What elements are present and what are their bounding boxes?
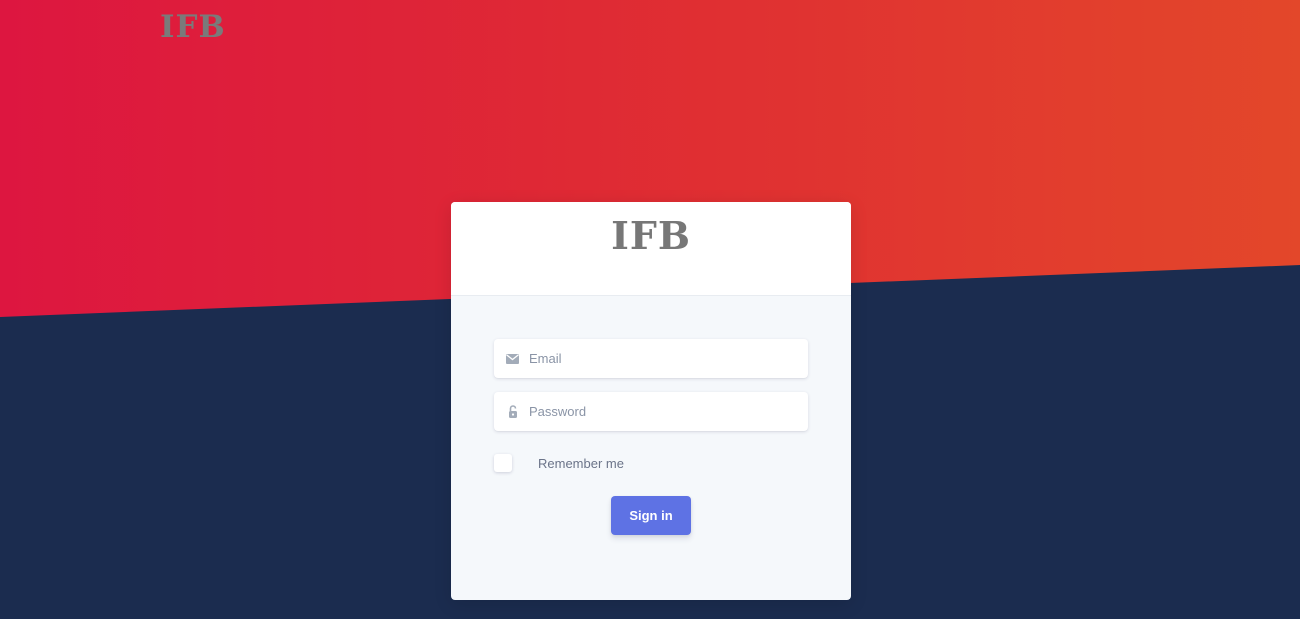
remember-me-checkbox[interactable] — [494, 454, 512, 472]
login-form: Remember me Sign in — [451, 296, 851, 535]
card-header: IFB — [451, 202, 851, 296]
password-input[interactable] — [529, 392, 808, 431]
password-field-group[interactable] — [494, 392, 808, 431]
brand-logo[interactable]: IFB — [160, 12, 226, 43]
remember-me-label[interactable]: Remember me — [538, 456, 624, 471]
login-page: IFB IFB Email Remember me Sign in — [0, 0, 1300, 619]
email-field-group[interactable] — [494, 339, 808, 378]
envelope-icon — [494, 353, 529, 364]
email-input[interactable] — [529, 339, 808, 378]
form-actions: Sign in — [494, 496, 808, 535]
sign-in-button[interactable]: Sign in — [611, 496, 691, 535]
remember-me[interactable]: Remember me — [494, 453, 808, 473]
login-card: IFB Email Remember me Sign in — [451, 202, 851, 600]
card-logo: IFB — [611, 213, 691, 258]
lock-icon — [494, 405, 529, 418]
